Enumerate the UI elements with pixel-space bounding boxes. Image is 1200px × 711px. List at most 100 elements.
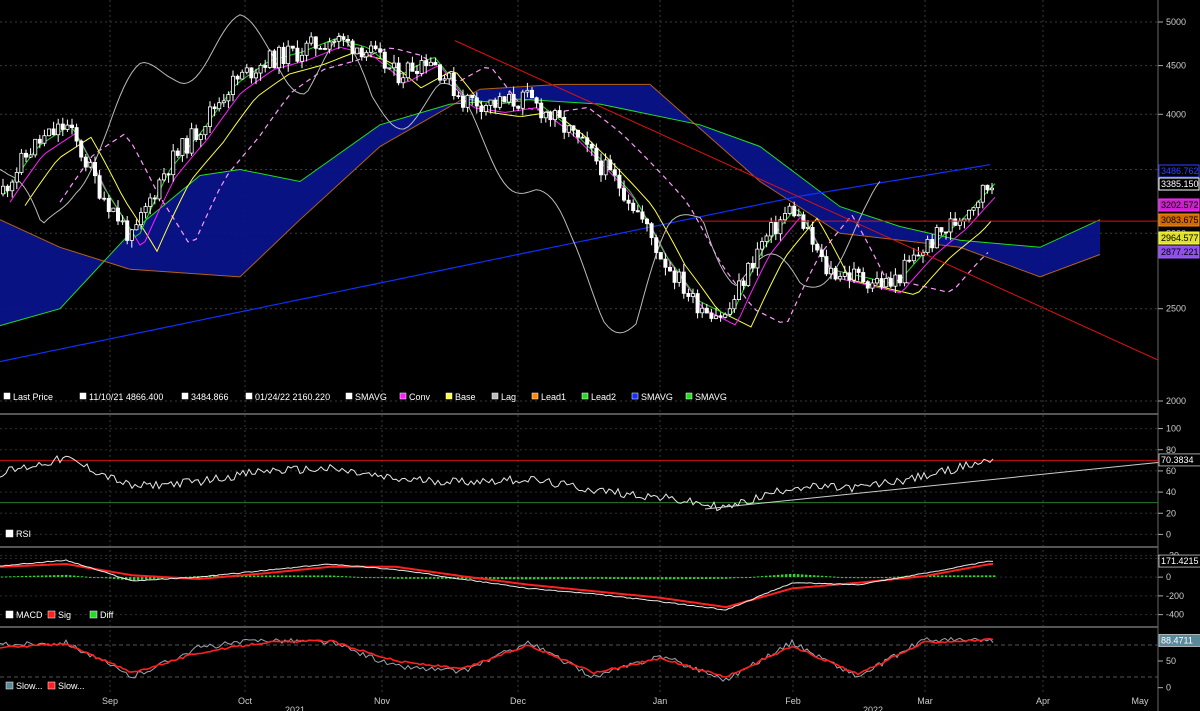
candle-body: [148, 197, 153, 207]
sub-legend-label: MACD: [16, 610, 43, 620]
macd-diff-bar: [109, 577, 112, 579]
candle-body: [194, 128, 199, 140]
candle-body: [842, 272, 847, 277]
macd-diff-bar: [549, 577, 552, 580]
candle-body: [419, 60, 424, 74]
macd-diff-bar: [497, 577, 500, 580]
candle-body: [65, 124, 70, 130]
candle-body: [116, 207, 121, 222]
sub-legend-swatch: [47, 610, 56, 619]
macd-diff-bar: [861, 577, 864, 579]
legend-label: Last Price: [13, 392, 53, 402]
sub-legend-swatch: [89, 610, 98, 619]
candle-body: [230, 75, 235, 95]
candle-body: [562, 116, 567, 133]
legend-label: SMAVG: [695, 392, 727, 402]
macd-diff-bar: [425, 577, 428, 579]
candle-body: [157, 179, 162, 200]
candle-body: [856, 268, 861, 273]
macd-diff-bar: [333, 575, 336, 578]
macd-diff-bar: [329, 575, 332, 578]
candle-body: [313, 36, 318, 49]
macd-diff-bar: [629, 577, 632, 580]
macd-diff-bar: [797, 574, 800, 578]
candle-body: [520, 91, 525, 109]
macd-diff-bar: [249, 575, 252, 578]
candle-body: [847, 272, 852, 281]
candle-body: [212, 106, 217, 110]
sub-value-label: 88.4711: [1161, 635, 1193, 645]
candle-body: [102, 197, 107, 200]
candle-body: [318, 47, 323, 50]
candle-body: [93, 162, 98, 177]
candle-body: [79, 140, 84, 158]
macd-diff-bar: [877, 577, 880, 579]
candle-body: [589, 143, 594, 149]
macd-diff-bar: [609, 577, 612, 579]
candle-body: [686, 292, 691, 297]
macd-diff-bar: [405, 577, 408, 579]
candle-body: [387, 67, 392, 70]
month-label: Jan: [653, 696, 668, 706]
candle-body: [364, 51, 369, 58]
macd-diff-bar: [85, 576, 88, 578]
macd-diff-bar: [961, 575, 964, 578]
candle-body: [875, 278, 880, 284]
month-label: Oct: [238, 696, 253, 706]
candle-body: [74, 127, 79, 142]
candle-body: [111, 207, 116, 213]
macd-diff-bar: [309, 575, 312, 578]
candle-body: [585, 137, 590, 145]
candle-body: [456, 95, 461, 98]
macd-diff-bar: [741, 577, 744, 579]
macd-diff-bar: [841, 577, 844, 579]
macd-diff-bar: [953, 575, 956, 578]
candle-body: [5, 185, 10, 192]
macd-diff-bar: [441, 577, 444, 579]
macd-diff-bar: [557, 577, 560, 580]
macd-diff-bar: [273, 575, 276, 578]
candle-body: [327, 41, 332, 50]
macd-diff-bar: [597, 577, 600, 579]
macd-diff-bar: [89, 576, 92, 578]
macd-diff-bar: [29, 575, 32, 578]
candle-body: [911, 254, 916, 262]
macd-diff-bar: [65, 574, 68, 578]
candle-body: [760, 241, 765, 250]
price-axis-label: 4000: [1166, 109, 1186, 119]
legend-swatch: [79, 392, 87, 400]
macd-diff-bar: [373, 577, 376, 579]
candle-body: [980, 184, 985, 203]
price-axis-label: 2000: [1166, 396, 1186, 406]
legend-label: Lead2: [591, 392, 616, 402]
macd-diff-bar: [985, 575, 988, 578]
candle-body: [539, 102, 544, 119]
candle-body: [322, 48, 327, 50]
macd-diff-bar: [857, 577, 860, 579]
candle-body: [281, 46, 286, 65]
macd-diff-bar: [565, 577, 568, 580]
macd-diff-bar: [817, 575, 820, 578]
candle-body: [433, 61, 438, 66]
macd-diff-bar: [509, 577, 512, 580]
candle-body: [861, 272, 866, 283]
macd-diff-bar: [17, 576, 20, 578]
legend-label: Conv: [409, 392, 431, 402]
candle-body: [350, 40, 355, 55]
macd-diff-bar: [257, 575, 260, 578]
year-label: 2021: [285, 705, 305, 711]
macd-diff-bar: [529, 577, 532, 580]
macd-diff-bar: [409, 577, 412, 579]
macd-diff-bar: [889, 576, 892, 578]
candle-body: [934, 227, 939, 249]
sub-legend-swatch: [5, 529, 14, 538]
candle-body: [295, 47, 300, 62]
candle-body: [401, 77, 406, 84]
macd-diff-bar: [669, 577, 672, 580]
candle-body: [548, 111, 553, 121]
candle-body: [953, 218, 958, 226]
macd-diff-bar: [593, 577, 596, 579]
macd-diff-bar: [689, 577, 692, 580]
candle-body: [198, 134, 203, 140]
macd-diff-bar: [769, 575, 772, 578]
